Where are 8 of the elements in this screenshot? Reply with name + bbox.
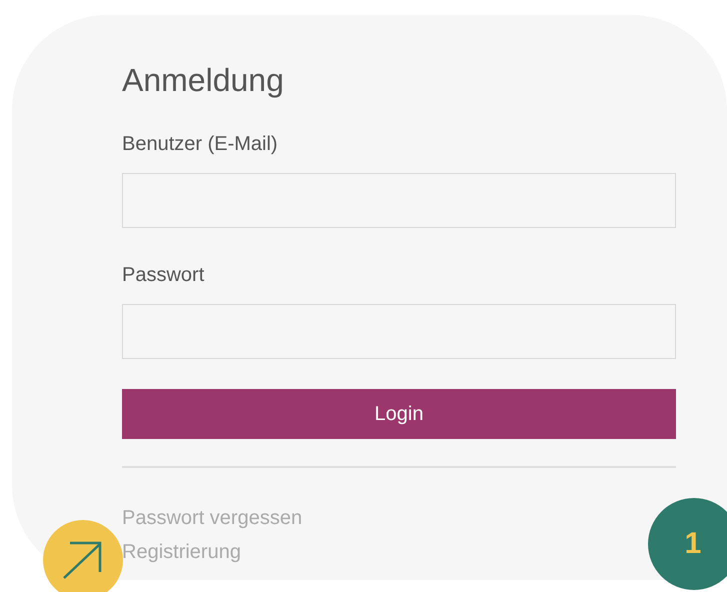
input-field[interactable] [122, 304, 676, 359]
field-label: Benutzer (E-Mail) [122, 132, 279, 157]
register-link[interactable]: Registrierung [122, 535, 241, 569]
login-button[interactable]: Login [122, 389, 676, 439]
input-field[interactable] [122, 173, 676, 228]
forgot-password-link[interactable]: Passwort vergessen [122, 501, 302, 535]
form-title: Anmeldung [122, 61, 285, 100]
field-label: Passwort [122, 263, 206, 288]
